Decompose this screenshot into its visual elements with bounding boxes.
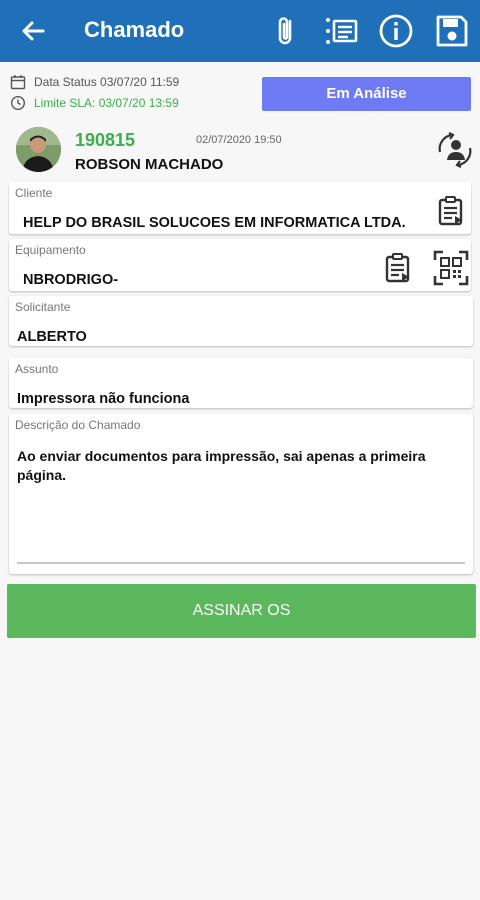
reassign-user-icon[interactable] — [434, 132, 474, 168]
sign-os-button[interactable]: ASSINAR OS — [7, 584, 476, 638]
solicitante-label: Solicitante — [15, 300, 71, 314]
status-badge[interactable]: Em Análise — [262, 77, 471, 111]
info-icon[interactable] — [378, 13, 414, 49]
clipboard-icon[interactable] — [383, 252, 413, 284]
equipamento-field[interactable]: Equipamento NBRODRIGO- — [9, 239, 471, 291]
cliente-field[interactable]: Cliente HELP DO BRASIL SOLUCOES EM INFOR… — [9, 182, 471, 234]
descricao-value: Ao enviar documentos para impressão, sai… — [17, 448, 426, 483]
checklist-icon[interactable] — [323, 13, 359, 49]
cliente-value: HELP DO BRASIL SOLUCOES EM INFORMATICA L… — [23, 215, 406, 231]
assunto-label: Assunto — [15, 362, 59, 376]
equipamento-label: Equipamento — [15, 243, 86, 257]
descricao-field[interactable]: Descrição do Chamado Ao enviar documento… — [9, 414, 473, 574]
back-arrow-icon[interactable] — [18, 16, 48, 46]
assunto-field[interactable]: Assunto Impressora não funciona — [9, 358, 473, 408]
technician-name: ROBSON MACHADO — [75, 156, 224, 173]
ticket-header: 190815 02/07/2020 19:50 ROBSON MACHADO — [0, 122, 480, 178]
calendar-icon — [10, 75, 26, 90]
equipamento-value: NBRODRIGO- — [23, 272, 119, 288]
clipboard-icon[interactable] — [436, 195, 466, 227]
page-title: Chamado — [84, 17, 185, 42]
save-icon[interactable] — [434, 13, 470, 49]
cliente-label: Cliente — [15, 186, 53, 200]
qr-code-scan-icon[interactable] — [433, 250, 469, 286]
ticket-date: 02/07/2020 19:50 — [196, 134, 282, 146]
text-underline — [17, 562, 465, 564]
attachment-icon[interactable] — [268, 13, 304, 49]
assunto-value: Impressora não funciona — [17, 391, 190, 407]
app-bar: Chamado — [0, 0, 480, 62]
ticket-number: 190815 — [75, 130, 136, 150]
avatar — [16, 127, 61, 172]
solicitante-value: ALBERTO — [17, 329, 87, 345]
data-status-text: Data Status 03/07/20 11:59 — [34, 75, 180, 89]
solicitante-field[interactable]: Solicitante ALBERTO — [9, 296, 473, 346]
clock-icon — [10, 95, 26, 111]
limite-sla-text: Limite SLA: 03/07/20 13:59 — [34, 96, 179, 110]
descricao-label: Descrição do Chamado — [15, 418, 141, 432]
